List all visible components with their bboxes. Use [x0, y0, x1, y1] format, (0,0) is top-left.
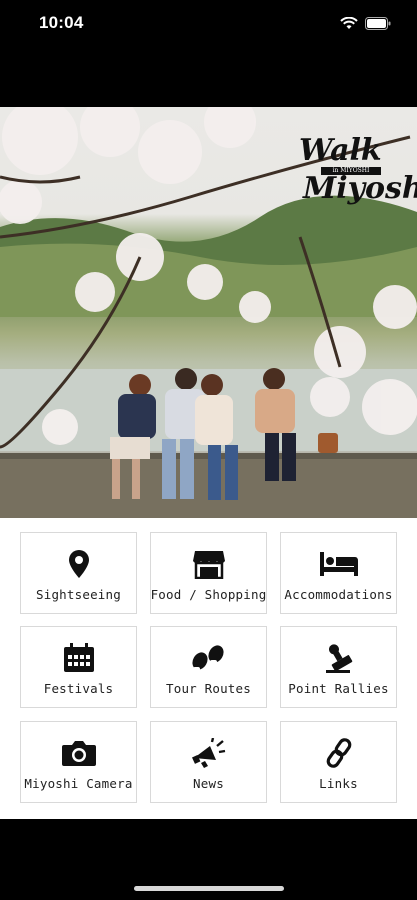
status-time: 10:04	[39, 13, 84, 32]
tile-label: Links	[319, 776, 358, 791]
map-pin-icon	[68, 549, 90, 579]
status-bar: 10:04	[0, 0, 417, 48]
store-icon	[192, 549, 226, 579]
home-indicator[interactable]	[134, 886, 284, 891]
footprints-icon	[191, 643, 227, 673]
tile-miyoshi-camera[interactable]: Miyoshi Camera	[20, 721, 137, 803]
tile-label: Sightseeing	[36, 587, 121, 602]
tile-label: Point Rallies	[288, 681, 389, 696]
tile-label: Tour Routes	[166, 681, 251, 696]
link-icon	[326, 738, 352, 768]
camera-icon	[61, 738, 97, 768]
tile-tour-routes[interactable]: Tour Routes	[150, 626, 267, 708]
tile-label: Festivals	[43, 681, 114, 696]
tile-accommodations[interactable]: Accommodations	[280, 532, 397, 614]
wifi-icon	[340, 15, 358, 34]
stamp-icon	[324, 643, 354, 673]
bed-icon	[319, 549, 359, 579]
tile-news[interactable]: News	[150, 721, 267, 803]
hero-photo: Walk in MIYOSHI Miyoshi	[0, 107, 417, 518]
tile-label: Food / Shopping	[150, 587, 267, 602]
tile-links[interactable]: Links	[280, 721, 397, 803]
tile-label: News	[193, 776, 224, 791]
calendar-icon	[63, 643, 95, 673]
battery-icon	[365, 15, 391, 34]
menu-panel: Sightseeing Food / Shopping Accommodatio…	[0, 518, 417, 819]
tile-label: Accommodations	[284, 587, 393, 602]
megaphone-icon	[191, 738, 226, 768]
tile-label: Miyoshi Camera	[24, 776, 133, 791]
tile-sightseeing[interactable]: Sightseeing	[20, 532, 137, 614]
logo-word-miyoshi: Miyoshi	[303, 171, 417, 206]
logo-word-walk: Walk	[299, 133, 382, 168]
tile-point-rallies[interactable]: Point Rallies	[280, 626, 397, 708]
walk-miyoshi-logo: Walk in MIYOSHI Miyoshi	[291, 133, 417, 219]
tile-food-shopping[interactable]: Food / Shopping	[150, 532, 267, 614]
status-icons	[340, 15, 391, 34]
tile-festivals[interactable]: Festivals	[20, 626, 137, 708]
